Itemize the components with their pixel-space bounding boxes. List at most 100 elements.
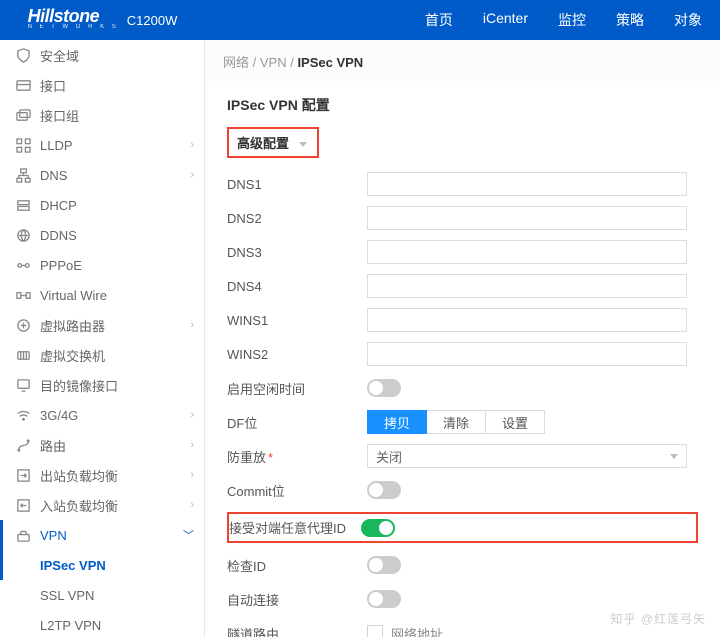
topnav: 首页 iCenter 监控 策略 对象	[205, 10, 720, 30]
nav-home[interactable]: 首页	[425, 10, 453, 30]
sidebar-item-ddns[interactable]: DDNS	[0, 220, 204, 250]
input-dns3[interactable]	[367, 240, 687, 264]
sidebar-item-label: 接口组	[40, 106, 194, 125]
label-df: DF位	[227, 413, 367, 432]
sidebar-item-dns[interactable]: DNS›	[0, 160, 204, 190]
sidebar-item-label: VPN	[40, 528, 183, 543]
sidebar-item-vswitch[interactable]: 虚拟交换机	[0, 340, 204, 370]
input-dns1[interactable]	[367, 172, 687, 196]
label-commit: Commit位	[227, 481, 367, 500]
sidebar-item-3g4g[interactable]: 3G/4G›	[0, 400, 204, 430]
sidebar-item-label: DDNS	[40, 228, 194, 243]
sidebar-item-vpn[interactable]: VPN﹀	[0, 520, 204, 550]
dns-icon	[14, 168, 32, 183]
sidebar-subitem-ipsec-vpn[interactable]: IPSec VPN	[0, 550, 204, 580]
pppoe-icon	[14, 258, 32, 273]
brand-model: C1200W	[127, 13, 178, 28]
input-wins1[interactable]	[367, 308, 687, 332]
chevron-down-icon	[299, 142, 307, 147]
input-dns2[interactable]	[367, 206, 687, 230]
outlb-icon	[14, 468, 32, 483]
vwire-icon	[14, 288, 32, 303]
label-network-address: 网络地址	[391, 624, 443, 637]
sidebar-subitem-ssl-vpn[interactable]: SSL VPN	[0, 580, 204, 610]
sidebar-item-security-zone[interactable]: 安全域	[0, 40, 204, 70]
label-wins2: WINS2	[227, 347, 367, 362]
label-check-id: 检查ID	[227, 556, 367, 575]
vrouter-icon	[14, 318, 32, 333]
sidebar-item-out-lb[interactable]: 出站负载均衡›	[0, 460, 204, 490]
sidebar-item-interface-group[interactable]: 接口组	[0, 100, 204, 130]
sidebar-item-interface[interactable]: 接口	[0, 70, 204, 100]
advanced-dropdown[interactable]: 高级配置	[227, 127, 319, 158]
switch-autoconn[interactable]	[367, 590, 401, 608]
topbar: Hillstone N E T W O R K S C1200W 首页 iCen…	[0, 0, 720, 40]
sidebar-item-dhcp[interactable]: DHCP	[0, 190, 204, 220]
chevron-right-icon: ›	[190, 469, 194, 481]
sidebar-item-lldp[interactable]: LLDP›	[0, 130, 204, 160]
mirror-icon	[14, 378, 32, 393]
chevron-right-icon: ›	[190, 139, 194, 151]
nav-object[interactable]: 对象	[674, 10, 702, 30]
input-dns4[interactable]	[367, 274, 687, 298]
sidebar-item-vrouter[interactable]: 虚拟路由器›	[0, 310, 204, 340]
sidebar-item-label: 出站负载均衡	[40, 466, 190, 485]
input-wins2[interactable]	[367, 342, 687, 366]
sidebar-item-mirror[interactable]: 目的镜像接口	[0, 370, 204, 400]
sidebar-item-label: 入站负载均衡	[40, 496, 190, 515]
switch-commit[interactable]	[367, 481, 401, 499]
crumb-network[interactable]: 网络	[223, 55, 249, 70]
sidebar-subitem-l2tp-vpn[interactable]: L2TP VPN	[0, 610, 204, 637]
brand: Hillstone N E T W O R K S C1200W	[0, 0, 205, 40]
label-antireplay: 防重放*	[227, 447, 367, 466]
nav-icenter[interactable]: iCenter	[483, 10, 528, 30]
label-idle: 启用空闲时间	[227, 379, 367, 398]
crumb-vpn[interactable]: VPN	[260, 55, 287, 70]
sidebar: 安全域接口接口组LLDP›DNS›DHCPDDNSPPPoEVirtual Wi…	[0, 40, 205, 637]
shield-icon	[14, 48, 32, 63]
label-wins1: WINS1	[227, 313, 367, 328]
nav-policy[interactable]: 策略	[616, 10, 644, 30]
chevron-right-icon: ›	[190, 499, 194, 511]
sidebar-item-in-lb[interactable]: 入站负载均衡›	[0, 490, 204, 520]
label-dns3: DNS3	[227, 245, 367, 260]
switch-accept-proxy[interactable]	[361, 519, 395, 537]
checkbox-tunnel-route[interactable]	[367, 625, 383, 637]
dhcp-icon	[14, 198, 32, 213]
content: 网络 / VPN / IPSec VPN IPSec VPN 配置 高级配置 D…	[205, 40, 720, 637]
crumb-ipsec: IPSec VPN	[297, 55, 363, 70]
vswitch-icon	[14, 348, 32, 363]
label-dns1: DNS1	[227, 177, 367, 192]
switch-idle[interactable]	[367, 379, 401, 397]
panel-title: IPSec VPN 配置	[227, 95, 698, 127]
sidebar-item-virtual-wire[interactable]: Virtual Wire	[0, 280, 204, 310]
df-set[interactable]: 设置	[486, 410, 545, 434]
route-icon	[14, 438, 32, 453]
sidebar-item-label: DHCP	[40, 198, 194, 213]
sidebar-item-label: 3G/4G	[40, 408, 190, 423]
sidebar-item-label: 虚拟交换机	[40, 346, 194, 365]
label-accept-proxy: 接受对端任意代理ID	[229, 518, 361, 537]
switch-check-id[interactable]	[367, 556, 401, 574]
label-dns4: DNS4	[227, 279, 367, 294]
select-antireplay-value: 关闭	[376, 447, 402, 466]
sidebar-item-pppoe[interactable]: PPPoE	[0, 250, 204, 280]
inlb-icon	[14, 498, 32, 513]
df-copy[interactable]: 拷贝	[367, 410, 427, 434]
df-clear[interactable]: 清除	[427, 410, 486, 434]
sidebar-item-label: 目的镜像接口	[40, 376, 194, 395]
sidebar-item-label: PPPoE	[40, 258, 194, 273]
chevron-down-icon	[670, 454, 678, 459]
advanced-label: 高级配置	[237, 136, 289, 151]
sidebar-item-label: 路由	[40, 436, 190, 455]
select-antireplay[interactable]: 关闭	[367, 444, 687, 468]
chevron-right-icon: ›	[190, 439, 194, 451]
sidebar-item-route[interactable]: 路由›	[0, 430, 204, 460]
label-dns2: DNS2	[227, 211, 367, 226]
cards-icon	[14, 108, 32, 123]
ddns-icon	[14, 228, 32, 243]
lldp-icon	[14, 138, 32, 153]
sidebar-item-label: DNS	[40, 168, 190, 183]
card-icon	[14, 78, 32, 93]
nav-monitor[interactable]: 监控	[558, 10, 586, 30]
